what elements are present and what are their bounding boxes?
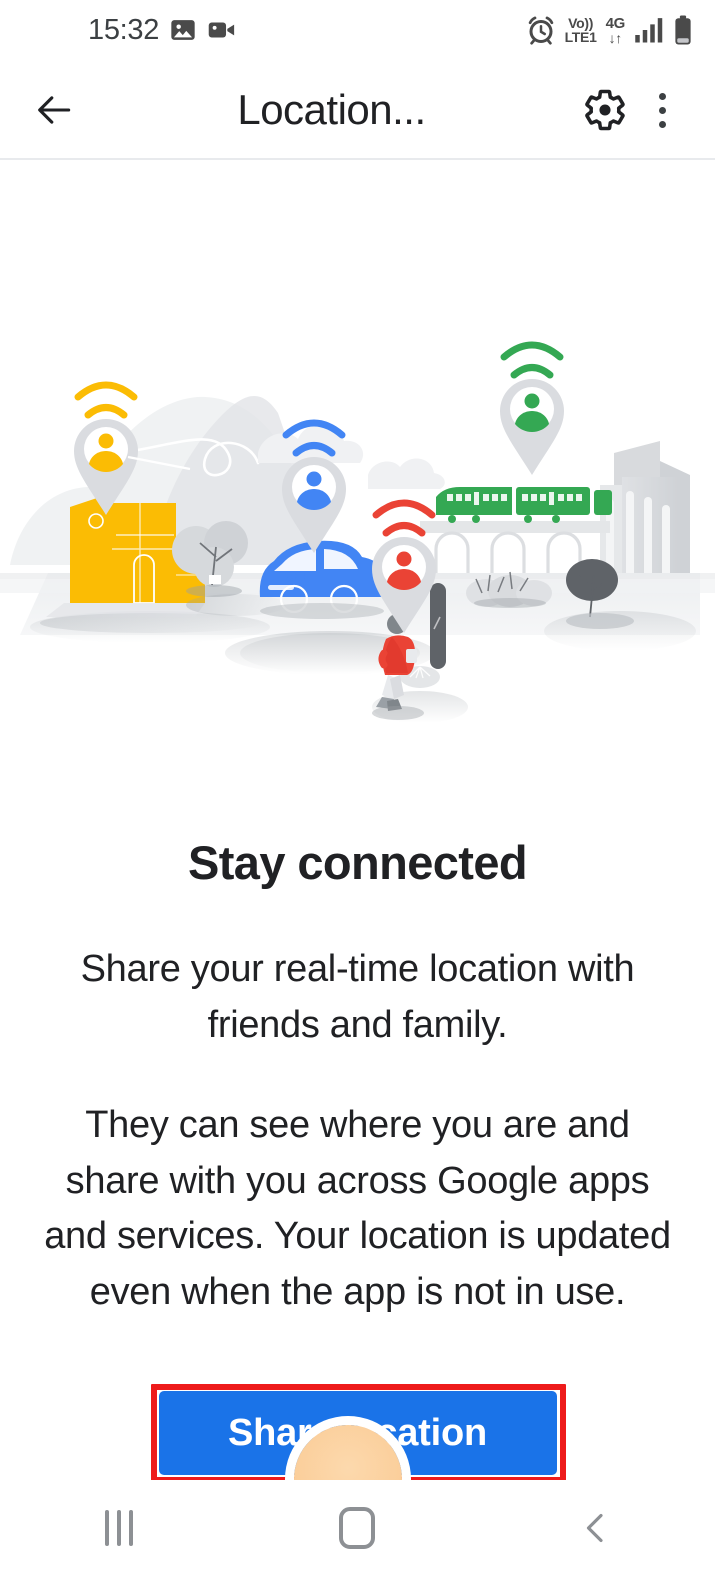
stay-connected-illustration: [0, 335, 715, 735]
volte-indicator: Vo)) LTE1: [565, 16, 597, 44]
image-icon: [169, 16, 197, 44]
nav-back-button[interactable]: [521, 1480, 671, 1575]
body-paragraph-2: They can see where you are and share wit…: [44, 1103, 671, 1314]
system-navigation-bar: [0, 1480, 715, 1575]
body-paragraph-1: Share your real-time location with frien…: [80, 948, 635, 1046]
arrow-left-icon: [38, 96, 71, 124]
data-arrows-icon: ↓↑: [608, 29, 623, 46]
gear-icon: [585, 89, 625, 131]
network-label: 4G: [605, 14, 626, 32]
settings-button[interactable]: [575, 80, 635, 140]
overflow-menu-button[interactable]: [635, 80, 689, 140]
more-vertical-icon: [658, 92, 666, 128]
green-location-pin: [500, 341, 564, 475]
page-title: Location...: [237, 86, 426, 133]
home-icon: [339, 1506, 376, 1549]
cta-container: Share location: [150, 1384, 566, 1480]
status-bar-left: 15:32: [88, 13, 237, 46]
alarm-icon: [526, 15, 556, 45]
back-chevron-icon: [586, 1513, 603, 1542]
volte-bottom-label: LTE1: [564, 29, 597, 45]
app-bar: Location...: [0, 60, 715, 160]
home-button[interactable]: [282, 1480, 432, 1575]
volte-top-label: Vo)): [568, 15, 594, 31]
green-train: [436, 487, 612, 523]
headline: Stay connected: [188, 836, 528, 889]
signal-bars-icon: [634, 16, 664, 44]
back-button[interactable]: [26, 82, 82, 138]
status-bar: 15:32 Vo)) LTE1 4G ↓↑: [0, 0, 715, 60]
network-4g-indicator: 4G ↓↑: [605, 14, 626, 46]
status-clock: 15:32: [88, 13, 160, 46]
recents-button[interactable]: [44, 1480, 194, 1575]
battery-icon: [673, 15, 693, 45]
video-camera-icon: [207, 16, 237, 44]
recents-icon: [105, 1509, 134, 1546]
phone-screen: 15:32 Vo)) LTE1 4G ↓↑ Location... Stay c…: [0, 0, 715, 1575]
main-content: Stay connected Share your real-time loca…: [0, 160, 715, 1480]
status-bar-right: Vo)) LTE1 4G ↓↑: [526, 15, 693, 45]
